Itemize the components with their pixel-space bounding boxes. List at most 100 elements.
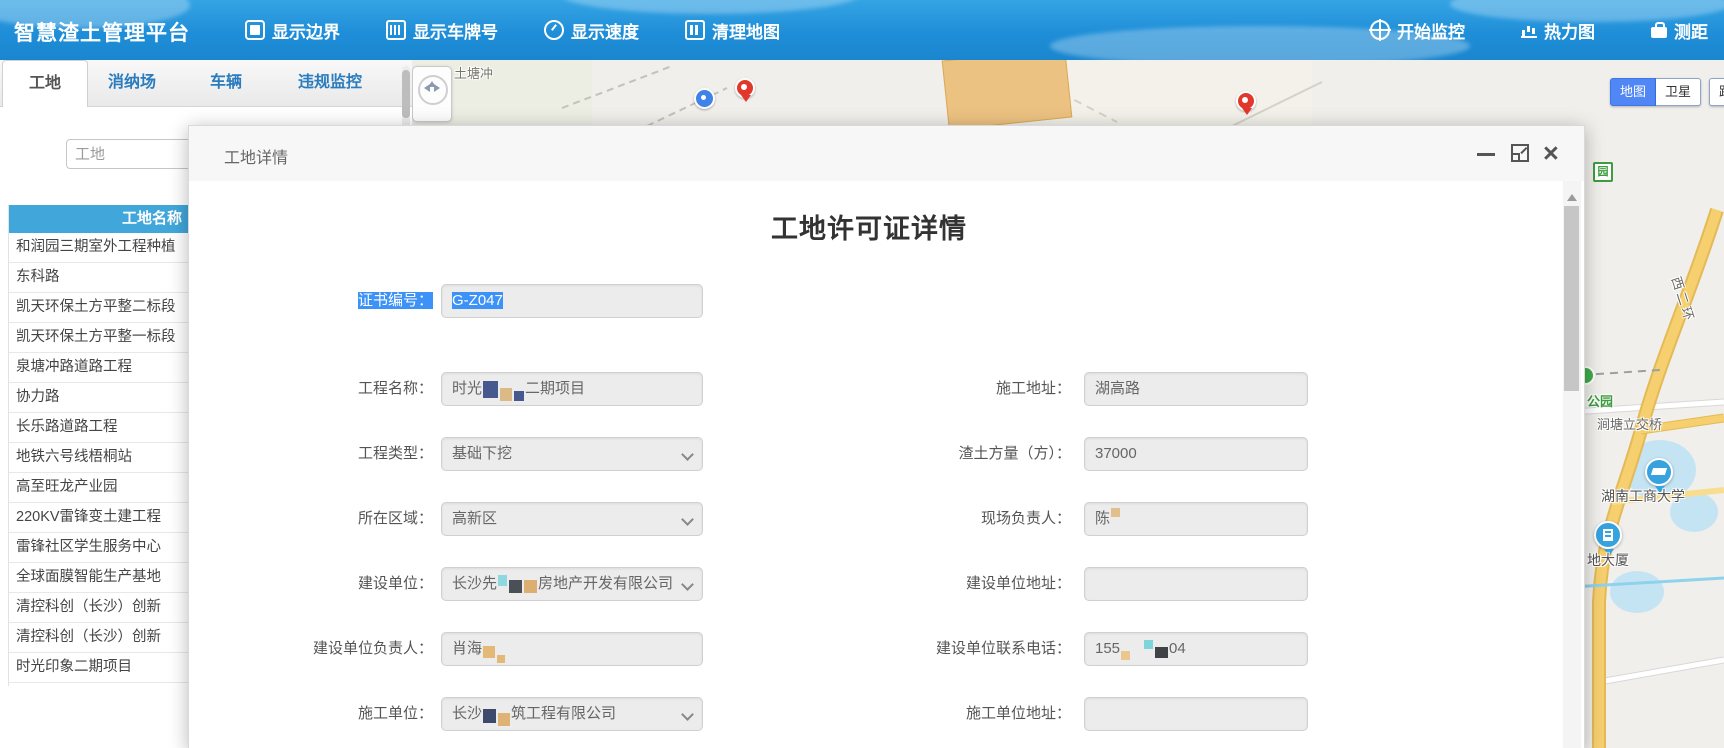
nav-label: 测距	[1674, 18, 1708, 43]
university-marker-icon[interactable]	[1645, 458, 1673, 486]
form-input[interactable]: 时光二期项目	[441, 372, 703, 406]
nav-label: 热力图	[1544, 18, 1595, 43]
redaction-block	[1144, 640, 1153, 649]
graduation-cap-icon	[1651, 468, 1667, 475]
redaction-block	[483, 646, 495, 658]
clear-map-icon	[685, 20, 705, 40]
traffic-mode-button[interactable]: 路况	[1709, 78, 1724, 106]
form-select[interactable]: 长沙筑工程有限公司	[441, 697, 703, 731]
modal-title: 工地详情	[224, 144, 288, 168]
maximize-button[interactable]	[1511, 144, 1529, 162]
field-label: 建设单位地址：	[879, 567, 1071, 601]
bar-chart-icon	[1521, 22, 1537, 38]
boundary-icon	[245, 20, 265, 40]
chevron-down-icon	[681, 578, 694, 591]
form-select[interactable]: 基础下挖	[441, 437, 703, 471]
park-badge-icon: 园	[1593, 162, 1613, 182]
field-label: 施工单位地址：	[879, 697, 1071, 731]
tab-strip: 工地 消纳场 车辆 违规监控	[0, 60, 412, 107]
permit-heading: 工地许可证详情	[189, 207, 1549, 246]
map-navigation-control[interactable]	[412, 66, 452, 122]
field-label: 工程名称：	[253, 372, 433, 406]
speedometer-icon	[544, 20, 564, 40]
field-label: 证书编号：	[253, 284, 433, 318]
minimize-button[interactable]	[1477, 153, 1495, 156]
scroll-thumb[interactable]	[402, 70, 410, 118]
pan-right-icon[interactable]	[434, 84, 444, 92]
topbar-actions: 开始监控 热力图 测距	[1370, 0, 1708, 60]
redaction-block	[483, 381, 498, 398]
form-input[interactable]: 15504	[1084, 632, 1308, 666]
field-label: 渣土方量（方）：	[879, 437, 1071, 471]
nav-label: 显示速度	[571, 18, 639, 43]
map-label-park: 公园	[1587, 391, 1613, 410]
redaction-block	[1121, 651, 1130, 660]
redaction-block	[497, 655, 505, 663]
map-label-village: 土塘冲	[454, 63, 493, 82]
map-label-bridge: 涧塘立交桥	[1597, 414, 1662, 433]
close-button[interactable]: ×	[1543, 134, 1559, 172]
tab-disposal-site[interactable]: 消纳场	[108, 60, 156, 105]
form-input[interactable]: G-Z047	[441, 284, 703, 318]
heatmap-button[interactable]: 热力图	[1521, 18, 1595, 43]
map-label-university: 湖南工商大学	[1601, 486, 1685, 506]
redaction-block	[514, 391, 524, 401]
redaction-block	[498, 575, 507, 586]
field-label: 工程类型：	[253, 437, 433, 471]
building-icon	[1603, 529, 1613, 541]
scroll-thumb[interactable]	[1564, 206, 1579, 391]
red-pin-icon[interactable]	[1236, 91, 1256, 111]
start-monitoring-button[interactable]: 开始监控	[1370, 18, 1465, 43]
map-type-toggle: 地图 卫星 路况	[1610, 78, 1724, 106]
site-detail-modal: 工地详情 × 工地许可证详情 证书编号：G-Z047工程名称：时光二期项目施工地…	[188, 125, 1585, 748]
app: 土塘冲 园 西二环 公园 涧塘立交桥 湖南工商大学 地大厦 地图 卫星 路况 智…	[0, 0, 1724, 748]
field-label: 建设单位：	[253, 567, 433, 601]
tab-construction-site[interactable]: 工地	[2, 60, 88, 107]
satellite-mode-button[interactable]: 卫星	[1656, 78, 1701, 106]
form-input[interactable]: 陈	[1084, 502, 1308, 536]
blue-marker-icon[interactable]	[694, 88, 715, 109]
redaction-block	[1155, 647, 1168, 658]
crosshair-icon	[1370, 20, 1390, 40]
tab-vehicles[interactable]: 车辆	[210, 60, 242, 105]
field-label: 建设单位联系电话：	[879, 632, 1071, 666]
show-speed-button[interactable]: 显示速度	[544, 18, 639, 43]
redaction-block	[498, 713, 510, 726]
redaction-block	[483, 709, 496, 723]
pan-left-icon[interactable]	[420, 84, 430, 92]
field-label: 现场负责人：	[879, 502, 1071, 536]
field-label: 所在区域：	[253, 502, 433, 536]
red-pin-icon[interactable]	[735, 78, 755, 98]
show-plate-button[interactable]: 显示车牌号	[386, 18, 498, 43]
nav-label: 显示车牌号	[413, 18, 498, 43]
clear-map-button[interactable]: 清理地图	[685, 18, 780, 43]
redaction-block	[524, 580, 537, 593]
nav-label: 清理地图	[712, 18, 780, 43]
topbar: 智慧渣土管理平台 显示边界 显示车牌号 显示速度 清理地图 开始监控 热力图 测…	[0, 0, 1724, 60]
nav-label: 显示边界	[272, 18, 340, 43]
form-input[interactable]: 37000	[1084, 437, 1308, 471]
modal-body: 工地许可证详情 证书编号：G-Z047工程名称：时光二期项目施工地址：湖高路工程…	[189, 181, 1584, 748]
show-boundary-button[interactable]: 显示边界	[245, 18, 340, 43]
form-select[interactable]: 长沙先房地产开发有限公司	[441, 567, 703, 601]
form-select[interactable]: 高新区	[441, 502, 703, 536]
building-marker-icon[interactable]	[1594, 521, 1622, 549]
scroll-up-icon[interactable]	[1567, 189, 1577, 201]
chevron-down-icon	[681, 708, 694, 721]
map-mode-button[interactable]: 地图	[1610, 78, 1656, 106]
redaction-block	[1111, 508, 1120, 517]
chevron-down-icon	[681, 448, 694, 461]
license-plate-icon	[386, 20, 406, 40]
form-input[interactable]: 肖海	[441, 632, 703, 666]
nav-label: 开始监控	[1397, 18, 1465, 43]
map-label-building: 地大厦	[1587, 550, 1629, 570]
chevron-down-icon	[681, 513, 694, 526]
measure-distance-button[interactable]: 测距	[1651, 18, 1708, 43]
modal-scrollbar[interactable]	[1563, 181, 1581, 748]
form-input[interactable]	[1084, 697, 1308, 731]
modal-header[interactable]: 工地详情 ×	[189, 126, 1584, 182]
redaction-block	[509, 580, 522, 593]
form-input[interactable]: 湖高路	[1084, 372, 1308, 406]
form-input[interactable]	[1084, 567, 1308, 601]
tab-violation-monitoring[interactable]: 违规监控	[298, 60, 362, 105]
